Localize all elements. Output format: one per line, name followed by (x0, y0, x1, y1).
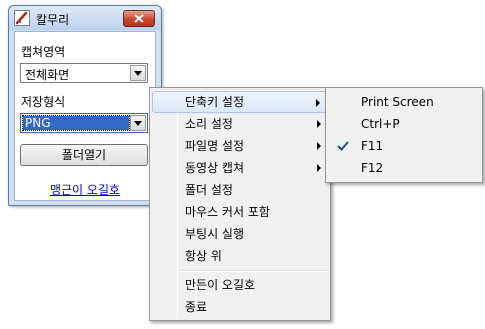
menu-item-label: 단축키 설정 (185, 95, 245, 109)
submenu-item-ctrl-p[interactable]: Ctrl+P (328, 113, 480, 135)
menu-separator (180, 270, 328, 272)
title-bar[interactable]: 칼무리 (9, 6, 161, 30)
chevron-down-icon[interactable] (130, 65, 146, 81)
author-link[interactable]: 맹근이 오길호 (15, 181, 155, 198)
capture-area-value: 전체화면 (25, 68, 70, 82)
menu-item-always-on-top[interactable]: 항상 위 (152, 245, 328, 267)
open-folder-button[interactable]: 폴더열기 (20, 144, 148, 166)
menu-item-sound-settings[interactable]: 소리 설정 (152, 113, 328, 135)
app-window: 칼무리 캡쳐영역 전체화면 저장형식 PNG 폴더열기 맹근이 오길호 (8, 5, 162, 206)
menu-item-label: 항상 위 (185, 249, 222, 263)
menu-item-author[interactable]: 만든이 오길호 (152, 274, 328, 296)
app-icon (14, 10, 30, 26)
close-button[interactable] (123, 10, 155, 27)
submenu-item-label: Ctrl+P (361, 117, 400, 131)
submenu-item-label: Print Screen (361, 95, 434, 109)
submenu-arrow-icon (317, 120, 321, 128)
hotkey-submenu: Print Screen Ctrl+P F11 F12 (325, 87, 483, 183)
window-title: 칼무리 (36, 13, 70, 27)
submenu-arrow-icon (317, 164, 321, 172)
menu-item-run-on-boot[interactable]: 부팅시 실행 (152, 223, 328, 245)
menu-item-label: 동영상 캡쳐 (185, 161, 245, 175)
menu-item-label: 폴더 설정 (185, 183, 233, 197)
submenu-item-print-screen[interactable]: Print Screen (328, 91, 480, 113)
screen: 칼무리 캡쳐영역 전체화면 저장형식 PNG 폴더열기 맹근이 오길호 단축키 … (0, 0, 485, 329)
context-menu: 단축키 설정 소리 설정 파일명 설정 동영상 캡쳐 폴더 설정 마우스 커서 … (149, 87, 331, 321)
submenu-item-label: F11 (361, 139, 384, 153)
menu-item-hotkey-settings[interactable]: 단축키 설정 (152, 91, 328, 113)
checkmark-icon (337, 141, 349, 151)
menu-item-label: 소리 설정 (185, 117, 233, 131)
menu-item-label: 마우스 커서 포함 (185, 205, 270, 219)
save-format-label: 저장형식 (21, 95, 66, 109)
submenu-item-f12[interactable]: F12 (328, 157, 480, 179)
save-format-select[interactable]: PNG (20, 113, 148, 133)
menu-item-label: 파일명 설정 (185, 139, 245, 153)
menu-item-filename-settings[interactable]: 파일명 설정 (152, 135, 328, 157)
menu-item-label: 종료 (185, 300, 208, 314)
capture-area-label: 캡쳐영역 (21, 45, 66, 59)
menu-item-exit[interactable]: 종료 (152, 296, 328, 318)
menu-item-video-capture[interactable]: 동영상 캡쳐 (152, 157, 328, 179)
submenu-arrow-icon (316, 99, 320, 107)
submenu-item-f11[interactable]: F11 (328, 135, 480, 157)
submenu-item-label: F12 (361, 161, 384, 175)
menu-item-label: 만든이 오길호 (185, 278, 256, 292)
menu-item-include-cursor[interactable]: 마우스 커서 포함 (152, 201, 328, 223)
chevron-down-icon[interactable] (130, 115, 146, 131)
window-client: 캡쳐영역 전체화면 저장형식 PNG 폴더열기 맹근이 오길호 (14, 31, 156, 201)
save-format-value: PNG (22, 115, 130, 131)
submenu-arrow-icon (317, 142, 321, 150)
menu-item-label: 부팅시 실행 (185, 227, 245, 241)
close-icon (134, 14, 144, 23)
capture-area-select[interactable]: 전체화면 (20, 63, 148, 83)
menu-item-folder-settings[interactable]: 폴더 설정 (152, 179, 328, 201)
